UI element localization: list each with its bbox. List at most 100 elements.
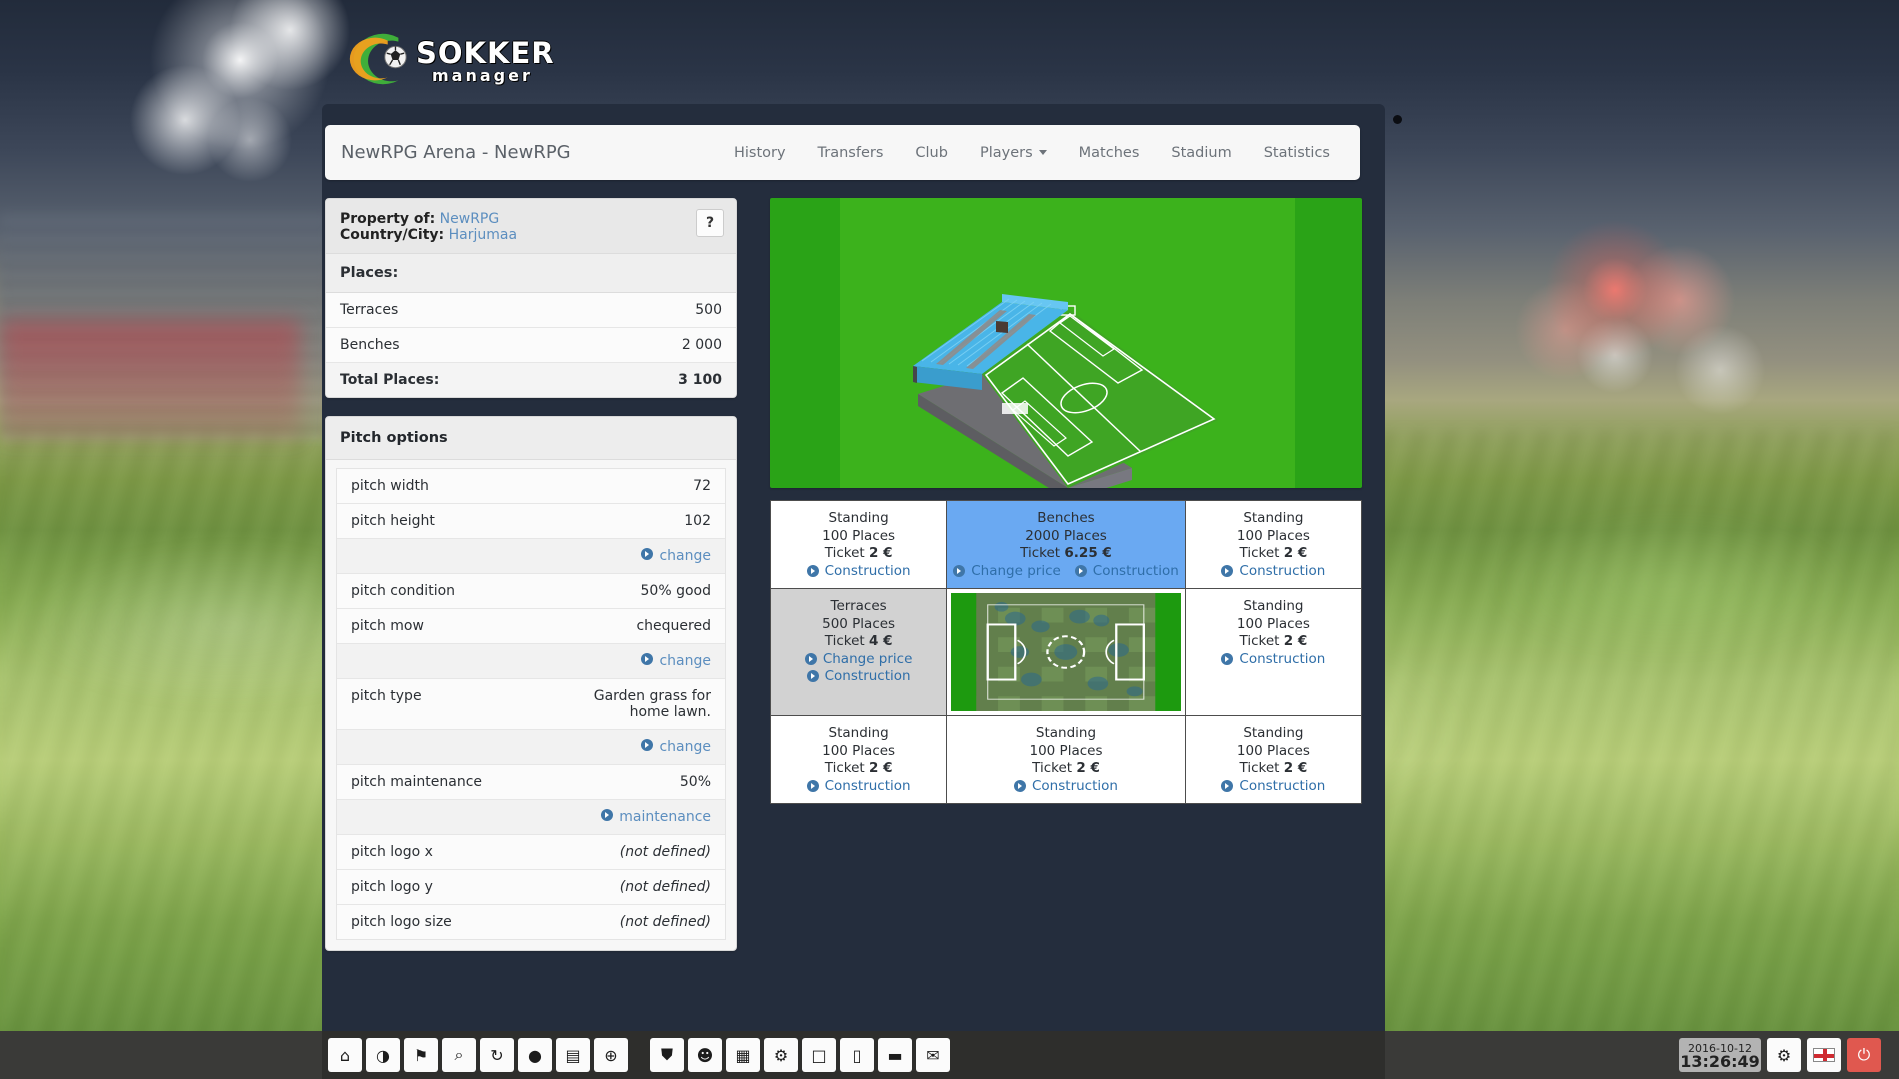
nav-item-stadium[interactable]: Stadium xyxy=(1155,125,1247,180)
nav-item-statistics[interactable]: Statistics xyxy=(1248,125,1360,180)
nav-item-label: Players xyxy=(980,145,1033,161)
help-button[interactable]: ? xyxy=(696,209,724,237)
stand-action-label: Construction xyxy=(1239,563,1325,579)
nav-item-label: Transfers xyxy=(818,145,884,161)
stand-action-link[interactable]: Construction xyxy=(1221,778,1325,796)
stand-ticket: Ticket 2 € xyxy=(777,760,940,778)
stand-name: Benches xyxy=(953,510,1179,528)
chat-icon[interactable]: ● xyxy=(518,1038,552,1072)
table-row: Terraces 500 xyxy=(326,293,736,328)
nav-item-label: Matches xyxy=(1079,145,1140,161)
stand-ticket-label: Ticket xyxy=(825,760,865,776)
stand-action-link[interactable]: Change price xyxy=(805,651,913,667)
stand-action-link[interactable]: Construction xyxy=(807,668,911,684)
stand-action-link[interactable]: Construction xyxy=(1221,651,1325,669)
pitch-option-action-row[interactable]: change xyxy=(337,730,725,765)
pitch-option-row: pitch maintenance50% xyxy=(337,765,725,800)
mail-icon[interactable]: ✉ xyxy=(916,1038,950,1072)
calendar-icon[interactable]: ▦ xyxy=(726,1038,760,1072)
pitch-option-label: pitch logo y xyxy=(351,879,433,895)
flag-icon[interactable]: ⚑ xyxy=(404,1038,438,1072)
pitch-option-action-row[interactable]: change xyxy=(337,539,725,574)
power-icon[interactable]: ⏻ xyxy=(1847,1038,1881,1072)
stand-action-link[interactable]: Construction xyxy=(807,778,911,796)
stand-cell[interactable]: Standing100 PlacesTicket 2 €Construction xyxy=(771,501,946,588)
pitch-option-label: pitch type xyxy=(351,688,422,704)
pitch-option-action-link[interactable]: change xyxy=(659,739,711,755)
sokker-logo[interactable]: SOKKER manager xyxy=(340,22,530,94)
settings-gear-icon[interactable]: ⚙ xyxy=(1767,1038,1801,1072)
stand-cell[interactable]: Standing100 PlacesTicket 2 €Construction xyxy=(771,716,946,803)
stand-places: 100 Places xyxy=(953,743,1179,761)
country-value-link[interactable]: Harjumaa xyxy=(449,227,517,243)
pitch-option-action-row[interactable]: maintenance xyxy=(337,800,725,835)
stand-name: Standing xyxy=(1192,598,1355,616)
clock[interactable]: 2016-10-12 13:26:49 xyxy=(1679,1038,1761,1072)
stand-places: 100 Places xyxy=(1192,743,1355,761)
stand-action-link[interactable]: Construction xyxy=(1221,563,1325,581)
stand-action-link[interactable]: Construction xyxy=(1014,778,1118,796)
phone-icon[interactable]: ▯ xyxy=(840,1038,874,1072)
stand-ticket: Ticket 2 € xyxy=(1192,545,1355,563)
stand-action-row: Construction xyxy=(953,778,1179,796)
stand-action-link[interactable]: Change price xyxy=(953,563,1061,581)
pitch-minimap-cell[interactable] xyxy=(947,589,1185,715)
nav-item-club[interactable]: Club xyxy=(899,125,964,180)
briefcase-icon[interactable]: ▬ xyxy=(878,1038,912,1072)
nav-item-transfers[interactable]: Transfers xyxy=(802,125,900,180)
plus-circle-icon[interactable]: ⊕ xyxy=(594,1038,628,1072)
stand-action-row: Change price xyxy=(777,651,940,669)
stand-places: 100 Places xyxy=(1192,528,1355,546)
total-places-row: Total Places: 3 100 xyxy=(326,363,736,397)
nav-item-players[interactable]: Players xyxy=(964,125,1063,180)
globe-icon[interactable]: ◑ xyxy=(366,1038,400,1072)
stand-name: Standing xyxy=(1192,510,1355,528)
stand-action-label: Change price xyxy=(971,563,1061,579)
pitch-minimap xyxy=(951,593,1181,711)
gears-icon[interactable]: ⚙ xyxy=(764,1038,798,1072)
stand-ticket: Ticket 2 € xyxy=(1192,633,1355,651)
stand-action-link[interactable]: Construction xyxy=(807,563,911,581)
nav-item-history[interactable]: History xyxy=(718,125,802,180)
stand-ticket: Ticket 6.25 € xyxy=(953,545,1179,563)
pitch-option-row: pitch height102 xyxy=(337,504,725,539)
search-icon[interactable]: ⌕ xyxy=(442,1038,476,1072)
shield-icon[interactable]: ⛊ xyxy=(650,1038,684,1072)
book-icon[interactable]: ▤ xyxy=(556,1038,590,1072)
stand-cell[interactable]: Terraces500 PlacesTicket 4 €Change price… xyxy=(771,589,946,715)
arrow-right-circle-icon xyxy=(1221,653,1233,665)
pitch-option-action-link[interactable]: change xyxy=(659,653,711,669)
stand-cell[interactable]: Standing100 PlacesTicket 2 €Construction xyxy=(947,716,1185,803)
pitch-option-value: (not defined) xyxy=(620,879,711,895)
nav-item-matches[interactable]: Matches xyxy=(1063,125,1156,180)
stadium-3d-view[interactable] xyxy=(770,198,1362,488)
nav-item-label: Statistics xyxy=(1264,145,1330,161)
country-line: Country/City: Harjumaa xyxy=(340,227,722,243)
arrow-right-circle-icon xyxy=(807,565,819,577)
people-icon[interactable]: ☻ xyxy=(688,1038,722,1072)
arrow-right-circle-icon xyxy=(1221,565,1233,577)
stand-places: 500 Places xyxy=(777,616,940,634)
stand-cell[interactable]: Benches2000 PlacesTicket 6.25 €Change pr… xyxy=(947,501,1185,588)
stand-places: 100 Places xyxy=(777,528,940,546)
money-icon[interactable]: □ xyxy=(802,1038,836,1072)
language-flag-button[interactable] xyxy=(1807,1038,1841,1072)
pitch-option-action-row[interactable]: change xyxy=(337,644,725,679)
home-icon[interactable]: ⌂ xyxy=(328,1038,362,1072)
stand-cell[interactable]: Standing100 PlacesTicket 2 €Construction xyxy=(1186,501,1361,588)
refresh-icon[interactable]: ↻ xyxy=(480,1038,514,1072)
pitch-option-value: (not defined) xyxy=(620,844,711,860)
total-label: Total Places: xyxy=(340,372,439,388)
arrow-right-circle-icon xyxy=(953,565,965,577)
pitch-option-action-link[interactable]: change xyxy=(659,548,711,564)
nav-item-label: History xyxy=(734,145,786,161)
pitch-options-table: pitch width72pitch height102changepitch … xyxy=(336,468,726,940)
stand-cell[interactable]: Standing100 PlacesTicket 2 €Construction xyxy=(1186,589,1361,715)
stand-action-link[interactable]: Construction xyxy=(1075,563,1179,581)
pitch-option-action-link[interactable]: maintenance xyxy=(619,809,711,825)
stand-cell[interactable]: Standing100 PlacesTicket 2 €Construction xyxy=(1186,716,1361,803)
pitch-options-body: pitch width72pitch height102changepitch … xyxy=(326,460,736,950)
table-row: Benches 2 000 xyxy=(326,328,736,363)
stand-action-label: Construction xyxy=(825,563,911,579)
property-value-link[interactable]: NewRPG xyxy=(440,211,500,227)
